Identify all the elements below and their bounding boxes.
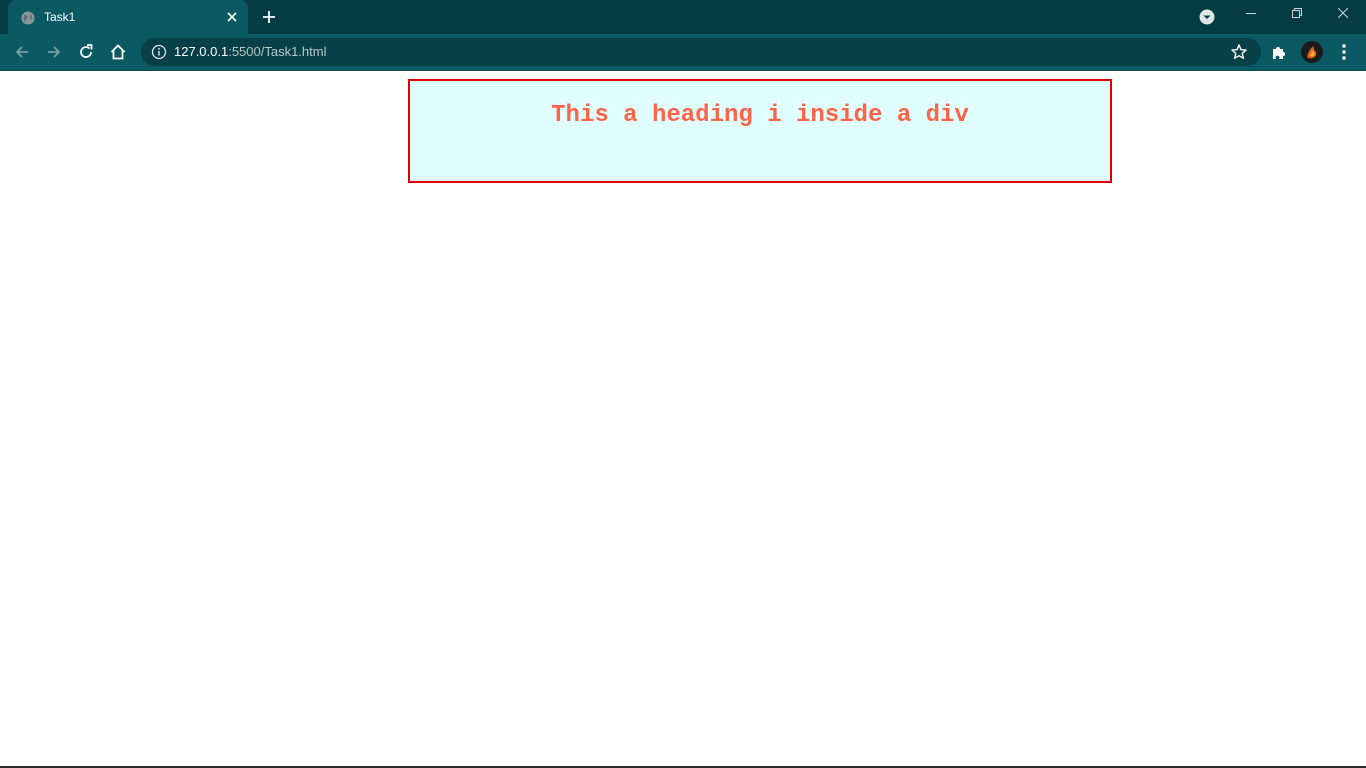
forward-button[interactable] bbox=[40, 38, 68, 66]
close-icon[interactable] bbox=[224, 9, 240, 25]
url-host: 127.0.0.1 bbox=[174, 44, 229, 59]
extensions-button[interactable] bbox=[1265, 38, 1293, 66]
tab-title: Task1 bbox=[44, 10, 76, 24]
address-bar[interactable]: 127.0.0.1:5500/Task1.html bbox=[141, 38, 1261, 66]
star-icon[interactable] bbox=[1230, 43, 1248, 61]
tab-search-chevron-icon[interactable] bbox=[1197, 7, 1217, 27]
globe-icon bbox=[21, 11, 35, 25]
heading-container-div: This a heading i inside a div bbox=[408, 79, 1112, 183]
new-tab-plus-icon[interactable] bbox=[259, 7, 279, 27]
url-text[interactable]: 127.0.0.1:5500/Task1.html bbox=[174, 44, 327, 60]
url-path: :5500/Task1.html bbox=[228, 44, 327, 59]
menu-button[interactable] bbox=[1330, 38, 1358, 66]
minimize-button[interactable] bbox=[1228, 0, 1274, 30]
tab-task1[interactable]: Task1 bbox=[8, 0, 248, 34]
info-icon[interactable] bbox=[151, 44, 167, 60]
restore-button[interactable] bbox=[1274, 0, 1320, 30]
page-viewport: This a heading i inside a div bbox=[0, 71, 1366, 766]
home-button[interactable] bbox=[104, 38, 132, 66]
profile-avatar[interactable] bbox=[1301, 41, 1323, 63]
reload-button[interactable] bbox=[72, 38, 100, 66]
close-window-button[interactable] bbox=[1320, 0, 1366, 30]
back-button[interactable] bbox=[8, 38, 36, 66]
browser-chrome: Task1 127.0.0.1:5500/Task1.html bbox=[0, 0, 1366, 71]
tab-strip: Task1 bbox=[0, 0, 1366, 34]
page-heading: This a heading i inside a div bbox=[551, 102, 969, 129]
